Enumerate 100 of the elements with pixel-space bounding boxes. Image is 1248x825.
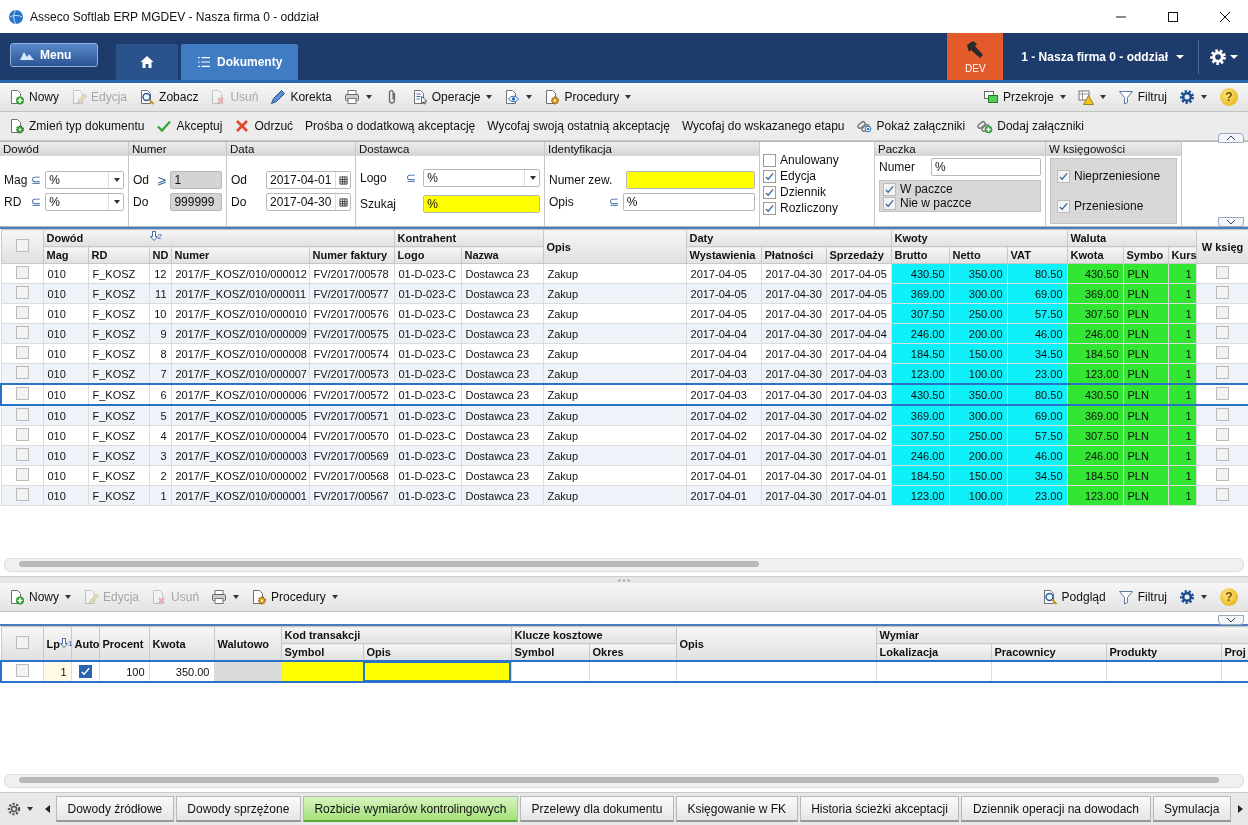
checkbox[interactable]	[15, 448, 29, 461]
text-button[interactable]: Wycofaj swoją ostatnią akceptację	[482, 115, 675, 137]
checkbox[interactable]	[1216, 387, 1230, 400]
tab[interactable]: Księgowanie w FK	[675, 796, 798, 822]
sections-button[interactable]: Przekroje	[977, 86, 1071, 108]
text-field[interactable]	[625, 171, 755, 189]
tab[interactable]: Przelewy dla dokumentu	[520, 796, 674, 822]
checkbox[interactable]	[763, 169, 776, 183]
date-field[interactable]: 2017-04-30	[266, 193, 351, 211]
checkbox[interactable]	[763, 185, 776, 199]
checkbox[interactable]	[15, 636, 29, 649]
checkbox[interactable]	[1216, 266, 1230, 279]
horizontal-scrollbar[interactable]	[4, 558, 1244, 572]
checkbox[interactable]	[15, 468, 29, 481]
show-attachments-button[interactable]: Pokaż załączniki	[851, 115, 971, 137]
scrollbar-thumb[interactable]	[19, 777, 1219, 783]
horizontal-scrollbar[interactable]	[4, 774, 1244, 788]
checkbox[interactable]	[15, 664, 29, 677]
checkbox[interactable]	[883, 182, 896, 196]
tab[interactable]: Dowody źródłowe	[56, 796, 174, 822]
text-field[interactable]: %	[423, 195, 540, 213]
tab[interactable]: Dziennik operacji na dowodach	[961, 796, 1151, 822]
checkbox[interactable]	[15, 326, 29, 339]
checkbox[interactable]	[15, 306, 29, 319]
checkbox[interactable]	[1216, 488, 1230, 501]
checkbox[interactable]	[1216, 326, 1230, 339]
expand-button[interactable]	[1218, 615, 1244, 625]
checkbox[interactable]	[15, 346, 29, 359]
table-cell: Dostawca 23	[461, 425, 543, 446]
help-button[interactable]: ?	[1220, 588, 1238, 606]
column-header[interactable]: Opis	[543, 229, 686, 264]
view-button[interactable]: Zobacz	[134, 86, 204, 108]
tab[interactable]: Symulacja	[1152, 796, 1231, 822]
row-checkbox-cell[interactable]	[1, 384, 43, 405]
date-field[interactable]: 2017-04-01	[266, 171, 351, 189]
checkbox[interactable]	[1216, 346, 1230, 359]
new-button[interactable]: Nowy	[4, 86, 64, 108]
new-button[interactable]: Nowy	[4, 586, 76, 608]
change-type-button[interactable]: Zmień typ dokumentu	[4, 115, 150, 137]
text-button[interactable]: Prośba o dodatkową akceptację	[300, 115, 481, 137]
calendar-button[interactable]	[335, 194, 350, 210]
column-header[interactable]: W księg	[1196, 229, 1248, 264]
readonly-field[interactable]: 1	[170, 171, 222, 189]
column-header[interactable]: Kwota	[149, 626, 214, 661]
calendar-button[interactable]	[335, 172, 350, 188]
scrollbar-thumb[interactable]	[19, 561, 759, 567]
checkbox[interactable]	[1216, 286, 1230, 299]
procedures-button[interactable]: Procedury	[246, 586, 343, 608]
checkbox[interactable]	[15, 286, 29, 299]
help-button[interactable]: ?	[1220, 88, 1238, 106]
checkbox[interactable]	[78, 664, 92, 678]
checkbox[interactable]	[1216, 428, 1230, 441]
checkbox[interactable]	[1057, 169, 1070, 183]
view-button[interactable]: Podgląd	[1036, 586, 1111, 608]
tab[interactable]: Rozbicie wymiarów kontrolingowych	[302, 796, 519, 822]
checkbox[interactable]	[15, 387, 29, 400]
reject-button[interactable]: Odrzuć	[229, 115, 299, 137]
checkbox[interactable]	[15, 428, 29, 441]
column-header[interactable]: Opis	[676, 626, 876, 661]
checkbox[interactable]	[763, 201, 776, 215]
checkbox[interactable]	[1216, 468, 1230, 481]
environment-button[interactable]: DEV	[947, 33, 1004, 80]
dropdown-field[interactable]: %	[45, 171, 124, 189]
accept-button[interactable]: Akceptuj	[151, 115, 228, 137]
expand-button[interactable]	[1218, 217, 1244, 227]
home-tab[interactable]	[116, 44, 178, 80]
checkbox[interactable]	[1216, 306, 1230, 319]
checkbox[interactable]	[15, 408, 29, 421]
collapse-button[interactable]	[1218, 133, 1244, 143]
company-dropdown[interactable]: 1 - Nasza firma 0 - oddział	[1003, 39, 1199, 74]
tab[interactable]: Dowody sprzężone	[175, 796, 301, 822]
filter-button[interactable]: Filtruj	[1112, 586, 1172, 608]
filter-button[interactable]: Filtruj	[1112, 86, 1172, 108]
checkbox[interactable]	[1216, 366, 1230, 379]
checkbox[interactable]	[15, 239, 29, 252]
column-header[interactable]: Walutowo	[214, 626, 281, 661]
grip-icon[interactable]	[618, 578, 630, 582]
column-header[interactable]: Procent	[99, 626, 149, 661]
text-field[interactable]: %	[931, 158, 1041, 176]
checkbox[interactable]	[1216, 448, 1230, 461]
add-attachments-button[interactable]: Dodaj załączniki	[972, 115, 1089, 137]
checkbox[interactable]	[883, 196, 896, 210]
text-button[interactable]: Wycofaj do wskazanego etapu	[676, 115, 850, 137]
dropdown-field[interactable]: %	[45, 193, 124, 211]
text-field[interactable]: %	[622, 193, 755, 211]
procedures-button[interactable]: Procedury	[539, 86, 637, 108]
documents-tab[interactable]: Dokumenty	[181, 44, 299, 80]
checkbox[interactable]	[15, 266, 29, 279]
checkbox[interactable]	[15, 366, 29, 379]
row-checkbox-cell[interactable]	[1, 661, 43, 682]
correct-button[interactable]: Korekta	[265, 86, 337, 108]
tab[interactable]: Historia ścieżki akceptacji	[799, 796, 960, 822]
readonly-field[interactable]: 999999	[170, 193, 222, 211]
menu-button[interactable]: Menu	[10, 43, 98, 67]
checkbox[interactable]	[1216, 408, 1230, 421]
checkbox[interactable]	[1057, 199, 1070, 213]
checkbox[interactable]	[15, 488, 29, 501]
operations-button[interactable]: Operacje	[406, 86, 498, 108]
dropdown-field[interactable]: %	[423, 169, 540, 187]
checkbox[interactable]	[763, 153, 776, 167]
